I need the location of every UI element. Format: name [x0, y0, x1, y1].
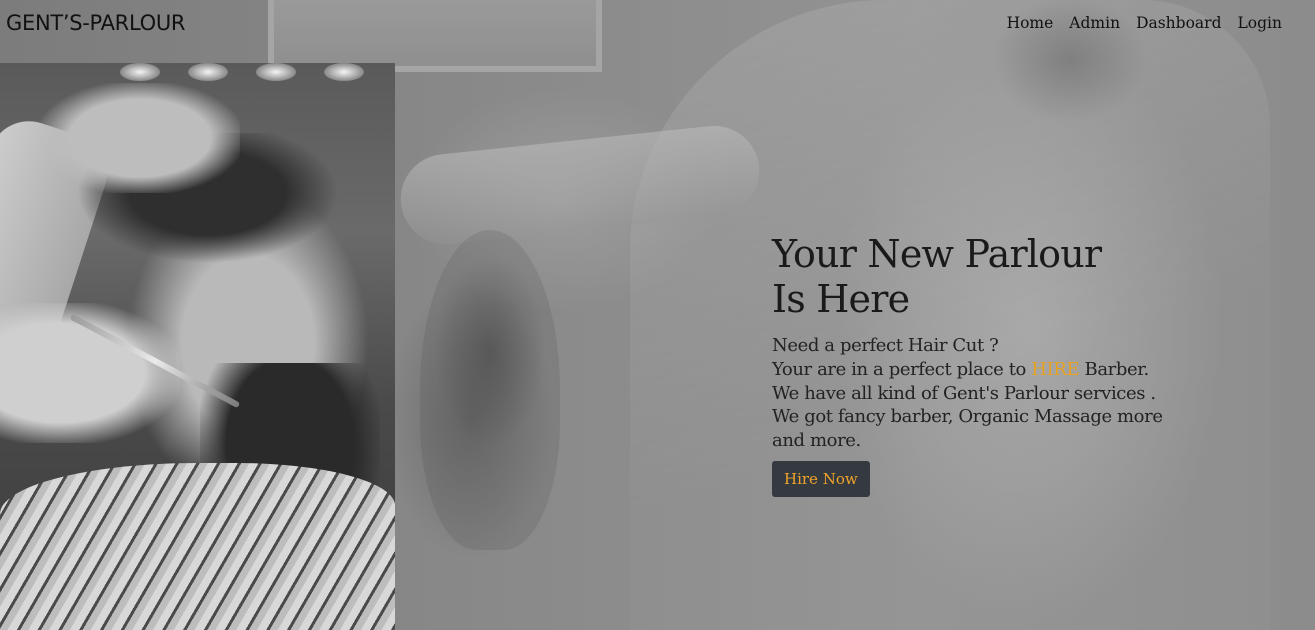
hero-line-barber: We got fancy barber, Organic Massage mor…	[772, 406, 1163, 452]
hero-title-line2: Is Here	[772, 277, 910, 321]
nav-admin-link[interactable]: Admin	[1069, 14, 1120, 32]
nav-login-link[interactable]: Login	[1238, 14, 1283, 32]
hero-description: Need a perfect Hair Cut ? Your are in a …	[772, 334, 1192, 453]
hire-now-button[interactable]: Hire Now	[772, 460, 870, 497]
hire-highlight: HIRE	[1031, 358, 1080, 380]
hero-line-services: We have all kind of Gent's Parlour servi…	[772, 382, 1156, 404]
barber-hand-top	[40, 83, 240, 193]
hero-line-hire: Your are in a perfect place to HIRE Barb…	[772, 358, 1149, 380]
hero-section: Your New Parlour Is Here Need a perfect …	[772, 232, 1192, 497]
hero-title-line1: Your New Parlour	[772, 232, 1102, 276]
client-figure	[420, 230, 560, 550]
hero-title: Your New Parlour Is Here	[772, 232, 1192, 322]
nav-dashboard-link[interactable]: Dashboard	[1136, 14, 1221, 32]
hero-line-haircut: Need a perfect Hair Cut ?	[772, 335, 999, 356]
striped-cape	[0, 463, 395, 630]
top-navbar: GENT’S-PARLOUR Home Admin Dashboard Logi…	[0, 0, 1315, 46]
nav-home-link[interactable]: Home	[1007, 14, 1054, 32]
haircut-photo	[0, 63, 395, 630]
brand-logo[interactable]: GENT’S-PARLOUR	[0, 11, 185, 35]
nav-links: Home Admin Dashboard Login	[1007, 14, 1315, 32]
mirror-lights	[120, 63, 364, 81]
